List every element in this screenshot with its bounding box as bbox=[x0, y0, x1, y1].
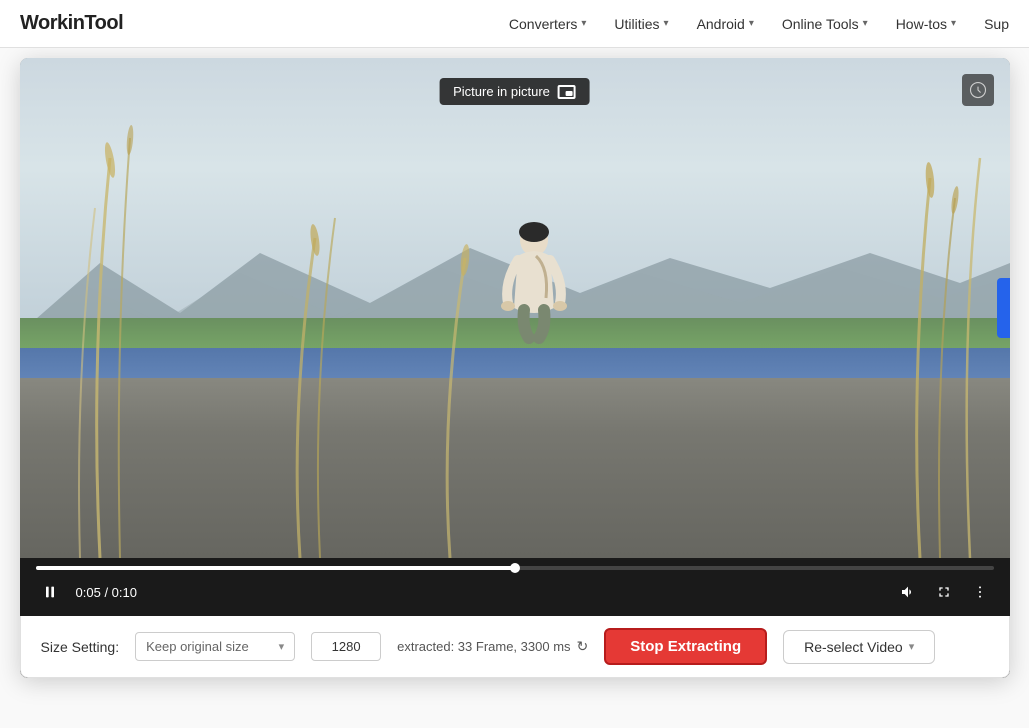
stop-extracting-button[interactable]: Stop Extracting bbox=[604, 628, 767, 665]
video-controls: 0:05 / 0:10 bbox=[20, 558, 1010, 616]
pause-button[interactable] bbox=[36, 578, 64, 606]
pip-label: Picture in picture bbox=[453, 84, 550, 99]
navigation: WorkinTool Converters ▾ Utilities ▾ Andr… bbox=[0, 0, 1029, 48]
nav-item-how-tos[interactable]: How-tos ▾ bbox=[896, 16, 956, 32]
progress-dot bbox=[510, 563, 520, 573]
nav-item-converters[interactable]: Converters ▾ bbox=[509, 16, 587, 32]
modal-overlay: Picture in picture bbox=[0, 48, 1029, 728]
size-dropdown[interactable]: Keep original size ▾ bbox=[135, 632, 295, 661]
nav-item-sup[interactable]: Sup bbox=[984, 16, 1009, 32]
controls-right bbox=[894, 578, 994, 606]
extracted-info: extracted: 33 Frame, 3300 ms ↻ bbox=[397, 638, 588, 655]
pip-tooltip: Picture in picture bbox=[439, 78, 590, 105]
refresh-icon[interactable]: ↻ bbox=[577, 638, 589, 655]
time-display: 0:05 / 0:10 bbox=[76, 585, 137, 600]
side-action-button[interactable] bbox=[997, 278, 1010, 338]
video-option-icon[interactable] bbox=[962, 74, 994, 106]
progress-fill bbox=[36, 566, 515, 570]
volume-button[interactable] bbox=[894, 578, 922, 606]
dropdown-chevron-icon: ▾ bbox=[279, 640, 285, 653]
chevron-down-icon: ▾ bbox=[664, 18, 669, 29]
chevron-down-icon: ▾ bbox=[581, 18, 586, 29]
bottom-bar: Size Setting: Keep original size ▾ 1280 … bbox=[20, 616, 1010, 678]
video-container: Picture in picture bbox=[20, 58, 1010, 678]
chevron-down-icon: ▾ bbox=[863, 18, 868, 29]
reselect-video-button[interactable]: Re-select Video ▾ bbox=[783, 630, 935, 664]
nav-item-online-tools[interactable]: Online Tools ▾ bbox=[782, 16, 868, 32]
progress-bar[interactable] bbox=[36, 566, 994, 570]
video-scene: Picture in picture bbox=[20, 58, 1010, 558]
person-figure bbox=[494, 218, 574, 378]
fullscreen-button[interactable] bbox=[930, 578, 958, 606]
controls-row: 0:05 / 0:10 bbox=[36, 578, 994, 606]
reselect-chevron-icon: ▾ bbox=[909, 640, 915, 653]
size-number-input[interactable]: 1280 bbox=[311, 632, 381, 661]
rocks-layer bbox=[20, 378, 1010, 558]
size-setting-label: Size Setting: bbox=[41, 639, 120, 655]
more-options-button[interactable] bbox=[966, 578, 994, 606]
chevron-down-icon: ▾ bbox=[951, 18, 956, 29]
pip-icon bbox=[558, 85, 576, 99]
nav-item-android[interactable]: Android ▾ bbox=[697, 16, 754, 32]
chevron-down-icon: ▾ bbox=[749, 18, 754, 29]
logo: WorkinTool bbox=[20, 12, 123, 35]
nav-links: Converters ▾ Utilities ▾ Android ▾ Onlin… bbox=[509, 16, 1009, 32]
nav-item-utilities[interactable]: Utilities ▾ bbox=[614, 16, 668, 32]
